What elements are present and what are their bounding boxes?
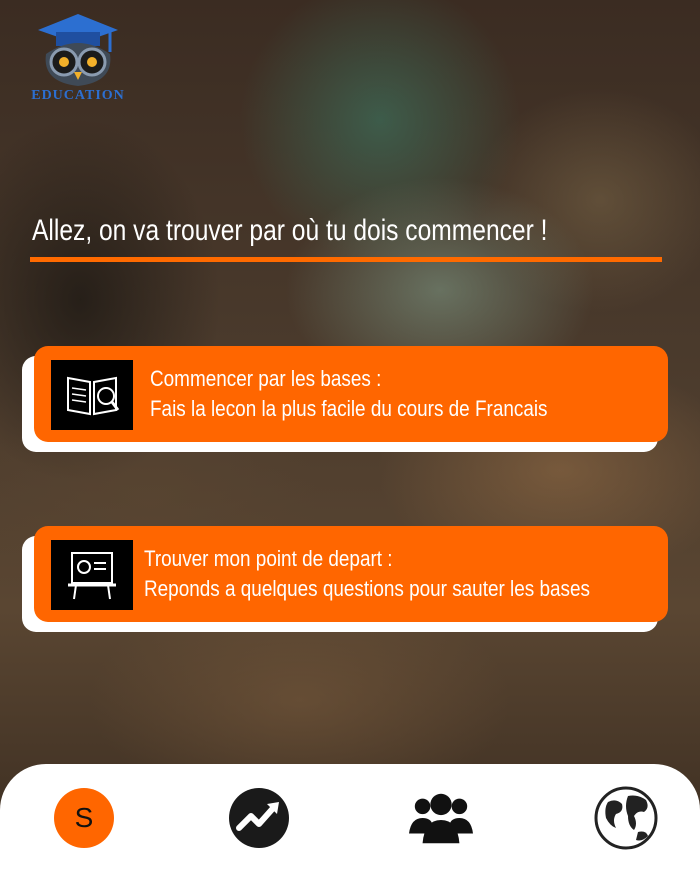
avatar[interactable]: S (54, 788, 114, 848)
option-text: Trouver mon point de depart : Reponds a … (144, 544, 590, 604)
globe-icon[interactable] (594, 786, 658, 850)
owl-graduate-icon (38, 14, 118, 86)
placement-test-option[interactable]: Trouver mon point de depart : Reponds a … (22, 526, 668, 632)
progress-chart-icon[interactable] (227, 786, 291, 850)
option-subtitle: Fais la lecon la plus facile du cours de… (150, 396, 548, 421)
nav-explore[interactable] (594, 786, 658, 850)
option-title: Commencer par les bases : (150, 366, 382, 391)
open-book-icon (51, 360, 133, 430)
page-title: Allez, on va trouver par où tu dois comm… (32, 214, 548, 247)
logo-text: EDUCATION (31, 88, 125, 103)
presentation-board-icon (51, 540, 133, 610)
title-underline (30, 257, 662, 262)
nav-progress[interactable] (227, 786, 291, 850)
option-title: Trouver mon point de depart : (144, 546, 393, 571)
education-logo: EDUCATION (18, 12, 138, 104)
bottom-nav: S (0, 764, 700, 870)
option-subtitle: Reponds a quelques questions pour sauter… (144, 576, 590, 601)
start-basics-card[interactable]: Commencer par les bases : Fais la lecon … (34, 346, 668, 442)
start-basics-option[interactable]: Commencer par les bases : Fais la lecon … (22, 346, 668, 452)
placement-test-card[interactable]: Trouver mon point de depart : Reponds a … (34, 526, 668, 622)
community-users-icon[interactable] (409, 790, 473, 846)
option-text: Commencer par les bases : Fais la lecon … (150, 364, 548, 424)
nav-profile[interactable]: S (52, 786, 116, 850)
nav-community[interactable] (409, 786, 473, 850)
